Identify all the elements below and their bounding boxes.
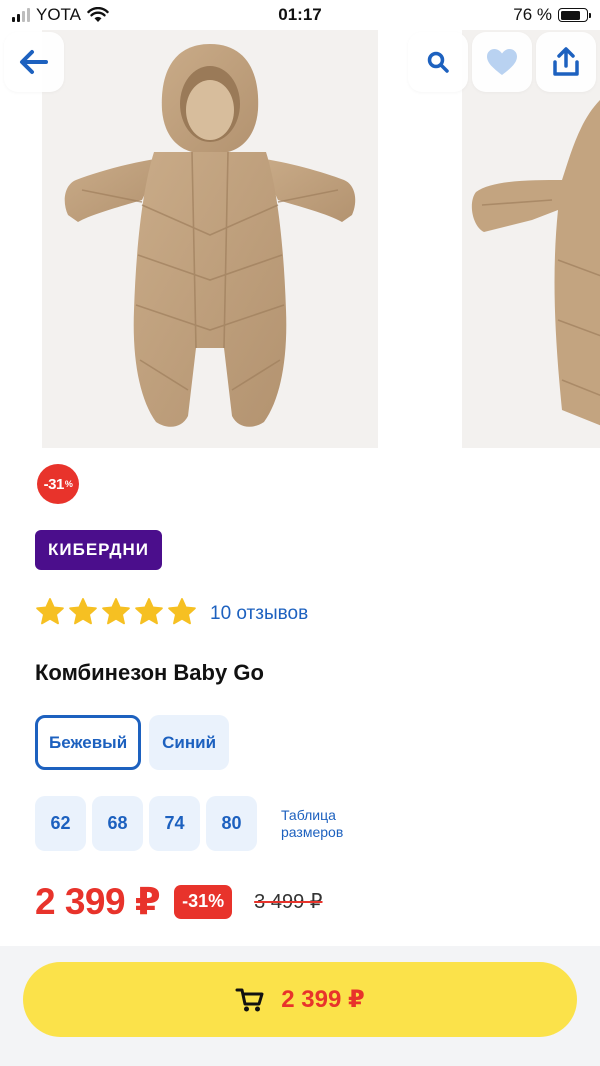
discount-value: -31 [43,475,65,493]
jumpsuit-image-next [471,100,600,426]
heart-icon [487,49,517,75]
color-option-blue[interactable]: Синий [149,715,230,770]
status-bar: YOTA 01:17 76 % [0,0,600,30]
size-option[interactable]: 68 [92,796,143,851]
arrow-left-icon [20,50,48,74]
clock: 01:17 [278,5,322,24]
discount-unit: % [64,479,73,489]
star-icon [69,598,97,625]
star-icon [36,598,64,625]
reviews-link[interactable]: 10 отзывов [210,603,308,625]
size-table-link[interactable]: Таблица размеров [281,807,371,841]
star-icon [135,598,163,625]
price-discount-badge: -31% [174,884,233,919]
battery-percent: 76 % [513,5,552,24]
current-price: 2 399 ₽ [35,881,161,922]
battery-icon [558,8,591,22]
product-photo[interactable] [42,30,378,448]
product-gallery[interactable] [0,0,600,452]
price-row: 2 399 ₽ -31% 3 499 ₽ [35,880,323,923]
battery-fill [560,10,580,20]
back-button[interactable] [4,32,64,92]
discount-circle: -31% [37,464,79,504]
star-icon [168,598,196,625]
rating[interactable]: 10 отзывов [35,597,308,631]
share-button[interactable] [536,32,596,92]
size-option[interactable]: 62 [35,796,86,851]
size-option[interactable]: 80 [206,796,257,851]
product-photo-next[interactable] [462,30,600,448]
share-icon [553,47,579,76]
jumpsuit-image [64,44,356,427]
star-icon [102,598,130,625]
product-title: Комбинезон Baby Go [35,660,264,685]
favorite-button[interactable] [472,32,532,92]
search-icon [427,51,449,73]
rating-stars [35,597,200,631]
search-button[interactable] [408,32,468,92]
size-option[interactable]: 74 [149,796,200,851]
promo-badge[interactable]: КИБЕРДНИ [35,530,163,570]
cart-icon [235,988,264,1011]
status-right: 76 % [513,5,591,25]
size-options: 62 68 74 80 Таблица размеров [35,796,371,851]
cart-button-price: 2 399 ₽ [281,986,365,1013]
color-options: Бежевый Синий [35,715,230,770]
add-to-cart-button[interactable]: 2 399 ₽ [23,962,577,1037]
old-price: 3 499 ₽ [254,891,323,913]
color-option-beige[interactable]: Бежевый [35,715,142,770]
